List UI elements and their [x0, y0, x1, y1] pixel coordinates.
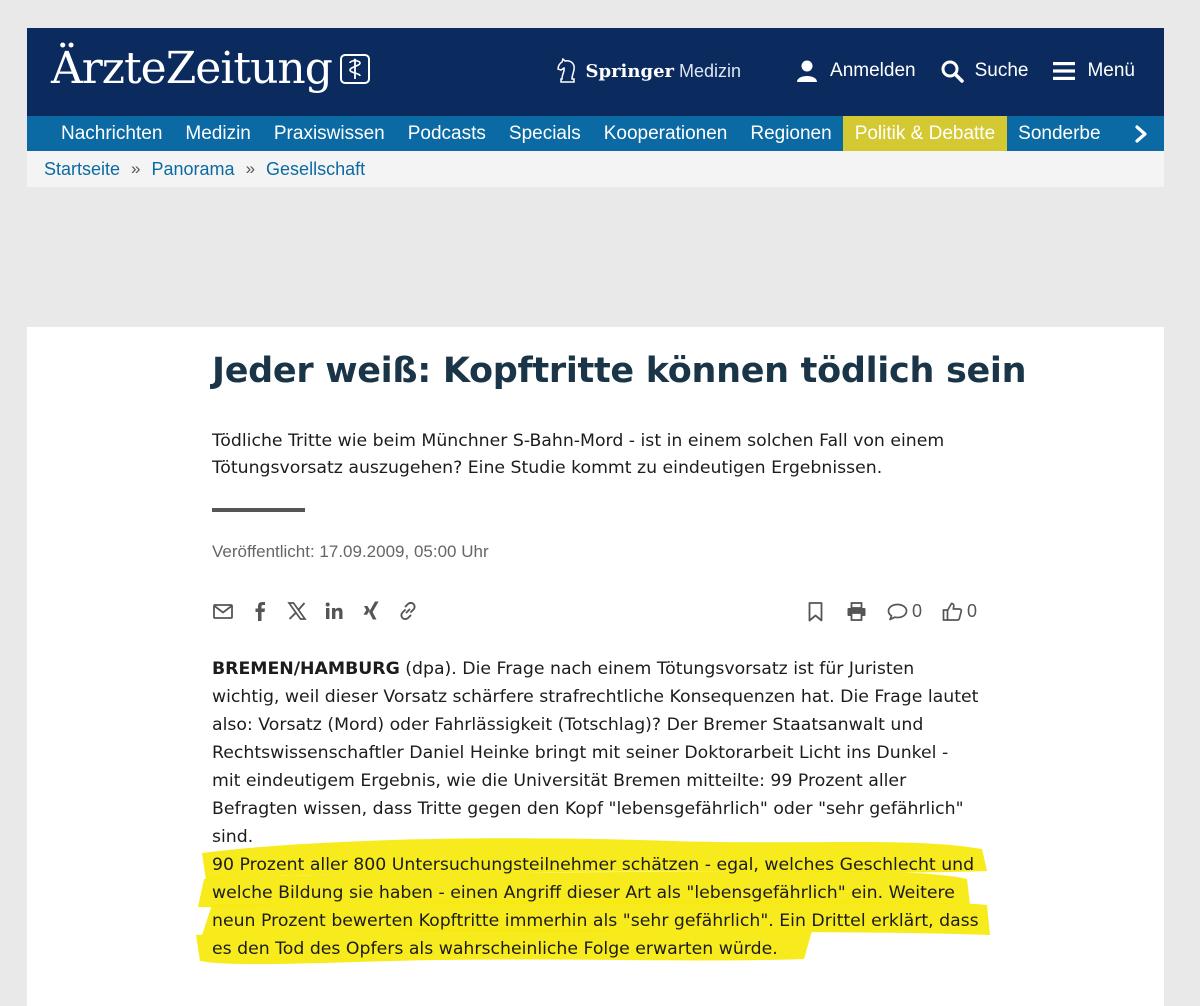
- breadcrumb: Startseite » Panorama » Gesellschaft: [27, 151, 1164, 187]
- user-icon: [797, 60, 818, 82]
- search-icon: [941, 60, 964, 83]
- site-header: ÄrzteZeitung Springer Medizin Anmelden S…: [27, 28, 1164, 116]
- article-card: Jeder weiß: Kopftritte können tödlich se…: [27, 327, 1164, 1006]
- breadcrumb-separator: »: [131, 159, 141, 178]
- facebook-icon[interactable]: [249, 600, 271, 622]
- menu-button[interactable]: Menü: [1052, 59, 1135, 83]
- search-button[interactable]: Suche: [940, 59, 1029, 83]
- breadcrumb-gesellschaft[interactable]: Gesellschaft: [266, 159, 365, 180]
- comment-icon: [887, 603, 908, 620]
- mail-icon[interactable]: [212, 600, 234, 622]
- nav-item-specials[interactable]: Specials: [497, 116, 592, 151]
- nav-item-regionen[interactable]: Regionen: [739, 116, 843, 151]
- article-paragraph-1: BREMEN/HAMBURG (dpa). Die Frage nach ein…: [212, 655, 982, 851]
- header-actions: Springer Medizin Anmelden Suche Menü: [555, 58, 1135, 84]
- share-bar: 0 0: [212, 598, 977, 624]
- search-label: Suche: [974, 60, 1029, 81]
- comments-button[interactable]: 0: [887, 601, 922, 622]
- logo-text: ÄrzteZeitung: [51, 43, 333, 94]
- nav-item-medizin[interactable]: Medizin: [174, 116, 262, 151]
- article-teaser: Tödliche Tritte wie beim Münchner S-Bahn…: [212, 431, 945, 478]
- chess-knight-icon: [557, 58, 576, 83]
- nav-item-praxiswissen[interactable]: Praxiswissen: [262, 116, 396, 151]
- nav-item-nachrichten[interactable]: Nachrichten: [27, 116, 174, 151]
- nav-scroll-right-button[interactable]: [1112, 116, 1164, 151]
- breadcrumb-separator: »: [245, 159, 256, 178]
- x-icon[interactable]: [286, 600, 308, 622]
- main-nav: Nachrichten Medizin Praxiswissen Podcast…: [27, 116, 1164, 151]
- linkedin-icon[interactable]: [323, 600, 345, 622]
- likes-count: 0: [966, 600, 977, 621]
- article-actions: 0 0: [785, 601, 977, 622]
- chevron-right-icon: [1135, 124, 1147, 143]
- print-icon[interactable]: [846, 601, 867, 622]
- comments-count: 0: [911, 600, 922, 621]
- link-icon[interactable]: [397, 600, 419, 622]
- article-paragraph-2: 90 Prozent aller 800 Untersuchungsteilne…: [212, 855, 979, 959]
- dateline: BREMEN/HAMBURG: [212, 659, 400, 679]
- divider: [212, 508, 305, 512]
- published-date: Veröffentlicht: 17.09.2009, 05:00 Uhr: [212, 542, 489, 561]
- breadcrumb-panorama[interactable]: Panorama: [152, 159, 235, 180]
- springer-medizin-logo[interactable]: Springer Medizin: [555, 58, 741, 84]
- bookmark-icon[interactable]: [805, 601, 826, 622]
- springer-brand: Springer: [585, 60, 674, 82]
- xing-icon[interactable]: [360, 600, 382, 622]
- paragraph-1-text: (dpa). Die Frage nach einem Tötungsvorsa…: [212, 659, 979, 847]
- share-buttons: [212, 600, 434, 622]
- caduceus-icon: [339, 54, 370, 84]
- nav-item-kooperationen[interactable]: Kooperationen: [592, 116, 739, 151]
- hamburger-icon: [1053, 62, 1076, 80]
- springer-sub: Medizin: [679, 60, 742, 81]
- nav-item-sonderberichte[interactable]: Sonderbe: [1007, 116, 1112, 151]
- thumbs-up-icon: [942, 602, 963, 621]
- article-title: Jeder weiß: Kopftritte können tödlich se…: [212, 351, 1027, 391]
- nav-item-podcasts[interactable]: Podcasts: [396, 116, 497, 151]
- nav-item-politik-debatte[interactable]: Politik & Debatte: [843, 116, 1007, 151]
- login-button[interactable]: Anmelden: [795, 59, 916, 83]
- menu-label: Menü: [1087, 60, 1135, 81]
- breadcrumb-startseite[interactable]: Startseite: [44, 159, 120, 180]
- login-label: Anmelden: [830, 60, 916, 81]
- like-button[interactable]: 0: [942, 601, 977, 622]
- site-logo[interactable]: ÄrzteZeitung: [51, 38, 370, 100]
